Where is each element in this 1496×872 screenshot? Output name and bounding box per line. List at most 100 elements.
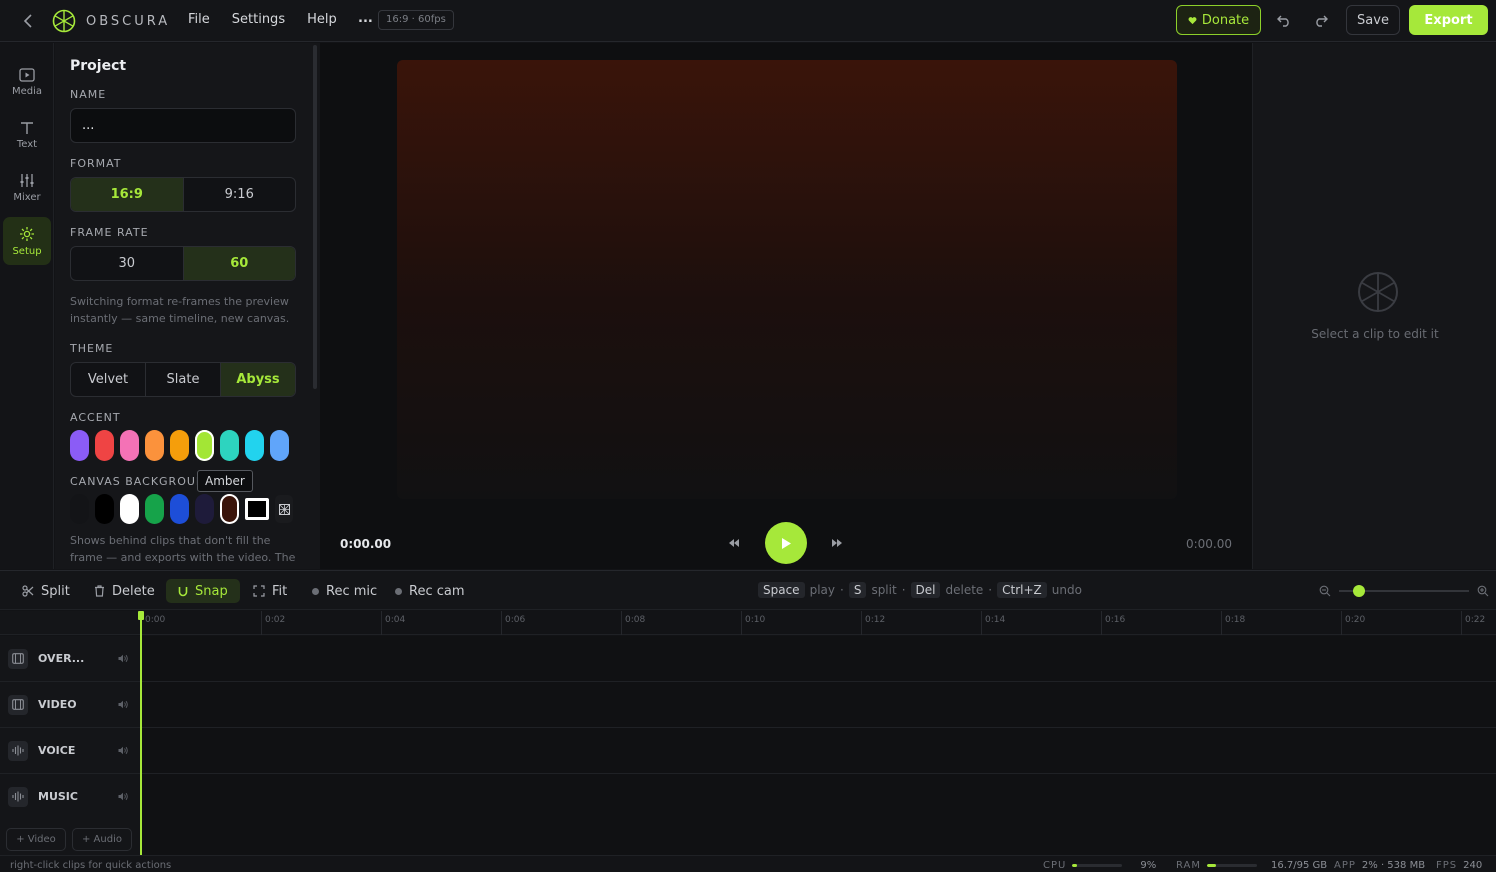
snap-toggle[interactable]: Snap (166, 579, 240, 603)
rail-item-setup[interactable]: Setup (3, 217, 51, 265)
canvas-bg-swatch[interactable] (70, 494, 89, 524)
track-type-icon (8, 786, 28, 807)
canvas-bg-swatch[interactable] (195, 494, 214, 524)
text-icon (21, 121, 33, 134)
track-mute-button[interactable] (117, 745, 129, 757)
theme-option-slate[interactable]: Slate (146, 363, 221, 396)
undo-button[interactable] (1274, 11, 1294, 31)
shortcut-action: delete (945, 583, 984, 597)
zoom-in-icon[interactable] (1477, 585, 1489, 597)
save-button[interactable]: Save (1346, 5, 1400, 35)
redo-button[interactable] (1311, 11, 1331, 31)
rewind-button[interactable] (725, 534, 743, 552)
rec-mic-label: Rec mic (326, 583, 378, 599)
track-header[interactable]: VIDEO (0, 682, 140, 728)
canvas-bg-swatch[interactable] (170, 494, 189, 524)
timeline-empty-area (141, 819, 1496, 855)
rec-cam-button[interactable]: Rec cam (395, 579, 465, 603)
canvas-bg-frame-button[interactable] (245, 498, 269, 520)
ram-meter (1207, 864, 1258, 867)
donate-button[interactable]: Donate (1176, 5, 1261, 35)
track-header[interactable]: VOICE (0, 728, 140, 774)
rec-cam-label: Rec cam (409, 583, 465, 599)
project-name-display[interactable]: ... (358, 11, 373, 26)
canvas-bg-swatch[interactable] (95, 494, 114, 524)
track-lane[interactable] (141, 728, 1496, 774)
ruler-tick: 0:06 (501, 611, 525, 635)
track-mute-button[interactable] (117, 791, 129, 803)
format-option-16-9[interactable]: 16:9 (71, 178, 184, 211)
accent-label: ACCENT (70, 411, 121, 424)
shortcut-hints: Space play · S split · Del delete · Ctrl+Z … (758, 582, 1082, 598)
track-header[interactable]: OVER... (0, 636, 140, 682)
track-lane[interactable] (141, 774, 1496, 820)
playhead-handle[interactable] (138, 611, 144, 620)
aperture-logo-icon (52, 9, 76, 33)
cpu-meter-fill (1072, 864, 1077, 867)
track-name: VIDEO (38, 698, 77, 711)
fps-label: FPS (1436, 860, 1458, 871)
zoom-out-icon[interactable] (1319, 585, 1331, 597)
fps-value: 240 (1463, 860, 1483, 871)
rec-mic-button[interactable]: Rec mic (312, 579, 377, 603)
fit-button[interactable]: Fit (253, 579, 287, 603)
canvas-bg-swatch[interactable] (220, 494, 239, 524)
accent-swatch[interactable] (70, 430, 89, 461)
back-button[interactable] (18, 11, 38, 31)
accent-swatch[interactable] (195, 430, 214, 461)
theme-option-abyss[interactable]: Abyss (221, 363, 295, 396)
track-mute-button[interactable] (117, 653, 129, 665)
track-mute-button[interactable] (117, 699, 129, 711)
pattern-icon (278, 503, 290, 515)
accent-swatch[interactable] (120, 430, 139, 461)
top-bar: OBSCURA File Settings Help ... 16:9 · 60… (0, 0, 1496, 42)
export-button[interactable]: Export (1409, 5, 1488, 35)
framerate-option-30[interactable]: 30 (71, 247, 184, 280)
ruler-tick: 0:02 (261, 611, 285, 635)
accent-swatch[interactable] (270, 430, 289, 461)
panel-scrollbar[interactable] (313, 45, 317, 389)
trash-icon (95, 585, 104, 597)
menu-help[interactable]: Help (307, 12, 337, 27)
track-lane[interactable] (141, 682, 1496, 728)
fps-stat: FPS 240 (1436, 860, 1482, 871)
delete-button[interactable]: Delete (94, 579, 155, 603)
theme-option-velvet[interactable]: Velvet (71, 363, 146, 396)
play-button[interactable] (765, 522, 807, 564)
rail-item-mixer[interactable]: Mixer (3, 164, 51, 212)
menu-bar: File Settings Help (188, 12, 337, 27)
fast-forward-button[interactable] (828, 534, 846, 552)
menu-settings[interactable]: Settings (232, 12, 285, 27)
preview-canvas[interactable] (397, 60, 1177, 499)
timeline-ruler[interactable]: 0:00 0:02 0:04 0:06 0:08 0:10 0:12 0:14 0:16 0:18… (141, 611, 1496, 635)
zoom-slider-knob[interactable] (1352, 585, 1365, 597)
accent-swatch[interactable] (145, 430, 164, 461)
rail-item-media[interactable]: Media (3, 58, 51, 106)
accent-swatch[interactable] (170, 430, 189, 461)
canvas-bg-swatch[interactable] (120, 494, 139, 524)
ruler-tick: 0:20 (1341, 611, 1365, 635)
ruler-tick: 0:16 (1101, 611, 1125, 635)
cpu-stat: CPU 9% (1043, 860, 1156, 871)
current-time: 0:00.00 (340, 537, 392, 551)
ruler-tick: 0:12 (861, 611, 885, 635)
canvas-bg-image-button[interactable] (275, 495, 293, 523)
accent-swatch[interactable] (220, 430, 239, 461)
add-audio-track-button[interactable]: + Audio (72, 828, 132, 851)
framerate-option-60[interactable]: 60 (183, 247, 295, 280)
playhead[interactable] (140, 611, 142, 855)
brand: OBSCURA (52, 9, 170, 33)
gear-icon (20, 226, 34, 241)
canvas-bg-hint: Shows behind clips that don't fill the f… (70, 534, 296, 569)
track-lane[interactable] (141, 636, 1496, 682)
track-header[interactable]: MUSIC (0, 774, 140, 820)
canvas-bg-swatch[interactable] (145, 494, 164, 524)
rail-item-text[interactable]: Text (3, 111, 51, 159)
project-name-input[interactable] (70, 108, 296, 143)
add-video-track-button[interactable]: + Video (6, 828, 66, 851)
accent-swatch[interactable] (245, 430, 264, 461)
menu-file[interactable]: File (188, 12, 210, 27)
accent-swatch[interactable] (95, 430, 114, 461)
format-option-9-16[interactable]: 9:16 (184, 178, 296, 211)
split-button[interactable]: Split (22, 579, 70, 603)
